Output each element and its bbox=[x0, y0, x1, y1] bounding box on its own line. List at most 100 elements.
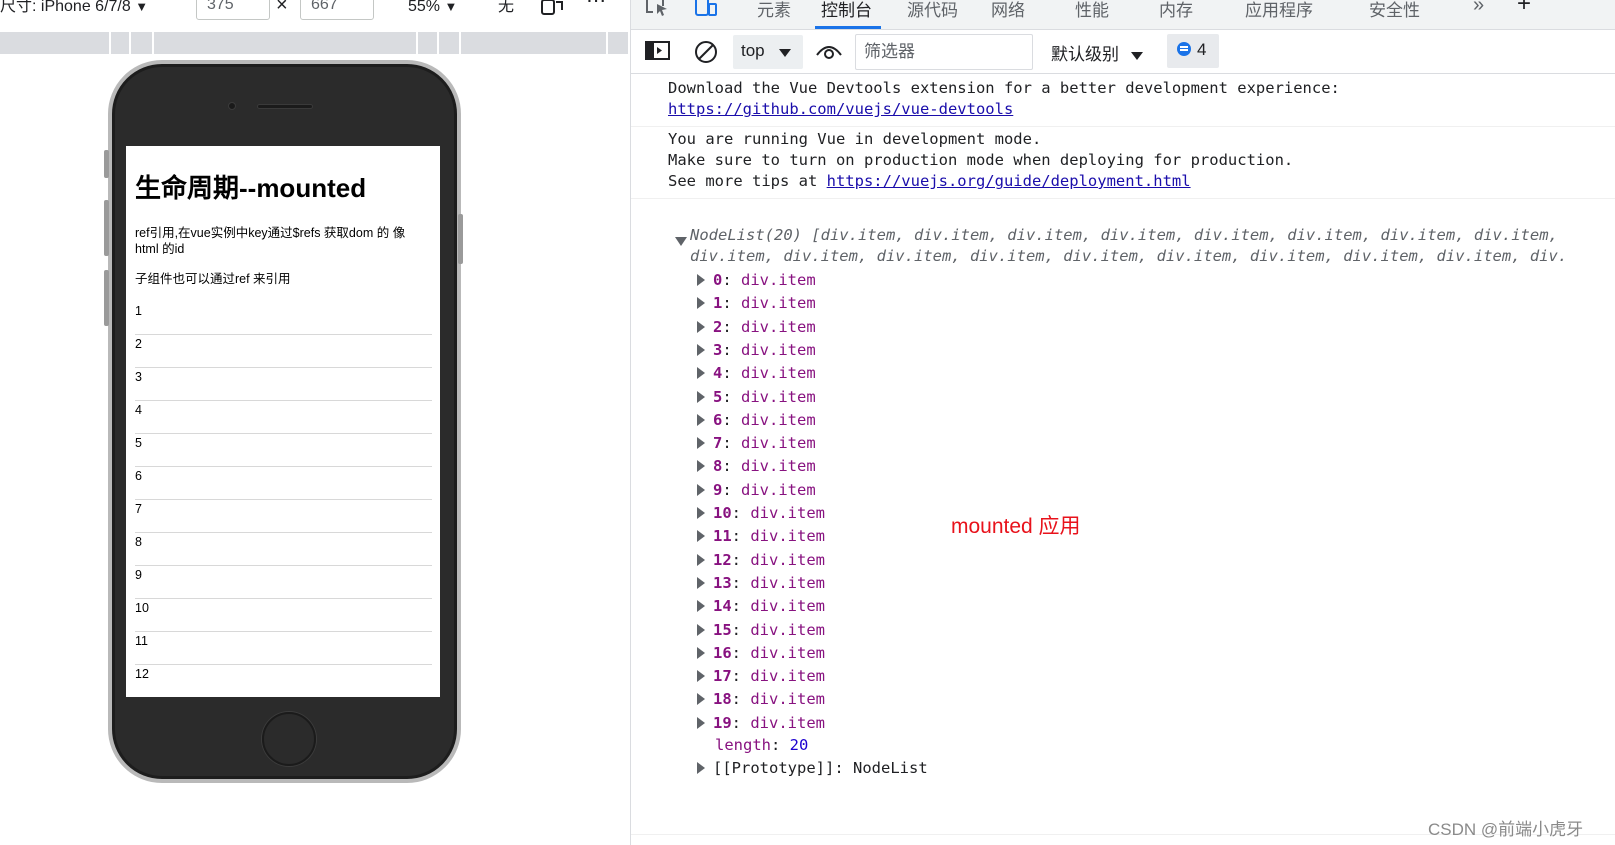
media-query-ruler bbox=[0, 32, 628, 54]
zoom-select[interactable]: 55% ▼ bbox=[408, 0, 457, 20]
nodelist-entry[interactable]: 17: div.item bbox=[697, 667, 825, 685]
list-item: 9 bbox=[135, 567, 432, 599]
entry-value: div.item bbox=[741, 480, 816, 499]
live-expression-eye-icon[interactable] bbox=[815, 43, 843, 66]
deployment-guide-link[interactable]: https://vuejs.org/guide/deployment.html bbox=[827, 172, 1191, 190]
width-input[interactable]: 375 bbox=[196, 0, 270, 20]
filter-input[interactable] bbox=[855, 34, 1033, 70]
expand-triangle-icon[interactable] bbox=[697, 320, 705, 333]
inspect-element-icon[interactable] bbox=[645, 0, 671, 23]
devtools-panel: 元素 控制台 源代码 网络 性能 内存 应用程序 安全性 » + top 筛选器… bbox=[630, 0, 1615, 845]
entry-index: 10 bbox=[713, 504, 732, 522]
tab-performance[interactable]: 性能 bbox=[1075, 0, 1109, 21]
expand-triangle-icon[interactable] bbox=[697, 390, 705, 403]
power-button bbox=[458, 214, 463, 264]
clear-console-icon[interactable] bbox=[693, 39, 719, 70]
entry-index: 14 bbox=[713, 597, 732, 616]
nodelist-entry[interactable]: 6: div.item bbox=[697, 411, 816, 429]
tab-sources[interactable]: 源代码 bbox=[907, 0, 958, 21]
expand-triangle-icon[interactable] bbox=[697, 437, 705, 450]
expand-triangle-icon[interactable] bbox=[697, 600, 705, 613]
nodelist-entry[interactable]: 19: div.item bbox=[697, 714, 825, 732]
expand-triangle-icon[interactable] bbox=[697, 343, 705, 356]
entry-index: 1 bbox=[713, 294, 723, 313]
entry-value: div.item bbox=[750, 504, 825, 522]
expand-triangle-icon[interactable] bbox=[697, 716, 705, 729]
add-tab-icon[interactable]: + bbox=[1517, 0, 1531, 18]
expand-triangle-icon[interactable] bbox=[697, 646, 705, 659]
more-options-icon[interactable]: ⋯ bbox=[586, 0, 608, 14]
throttle-select[interactable]: 无 bbox=[498, 0, 514, 20]
height-input[interactable]: 667 bbox=[300, 0, 374, 20]
collapse-triangle-icon[interactable] bbox=[675, 237, 687, 246]
expand-triangle-icon[interactable] bbox=[697, 413, 705, 426]
expand-triangle-icon[interactable] bbox=[697, 530, 705, 543]
entry-index: 12 bbox=[713, 550, 732, 569]
phone-screen: 生命周期--mounted ref引用,在vue实例中key通过$refs 获取… bbox=[126, 146, 440, 697]
nodelist-entry[interactable]: 8: div.item bbox=[697, 457, 816, 475]
tab-application[interactable]: 应用程序 bbox=[1245, 0, 1313, 21]
issues-counter[interactable]: 4 bbox=[1167, 34, 1219, 68]
nodelist-entry[interactable]: 12: div.item bbox=[697, 551, 825, 569]
message-text: Make sure to turn on production mode whe… bbox=[668, 151, 1294, 169]
nodelist-entry[interactable]: 16: div.item bbox=[697, 644, 825, 662]
context-select[interactable]: top bbox=[733, 35, 803, 69]
nodelist-entry[interactable]: 13: div.item bbox=[697, 574, 825, 592]
tab-elements[interactable]: 元素 bbox=[757, 0, 791, 21]
tab-memory[interactable]: 内存 bbox=[1159, 0, 1193, 21]
expand-triangle-icon[interactable] bbox=[697, 670, 705, 683]
expand-triangle-icon[interactable] bbox=[697, 507, 705, 519]
nodelist-entry[interactable]: 18: div.item bbox=[697, 690, 825, 708]
entry-value: div.item bbox=[741, 271, 816, 289]
entry-value: div.item bbox=[741, 457, 816, 476]
tab-security[interactable]: 安全性 bbox=[1369, 0, 1420, 21]
expand-triangle-icon[interactable] bbox=[697, 460, 705, 473]
item-list: 12345678910111213 bbox=[135, 303, 432, 697]
expand-triangle-icon[interactable] bbox=[697, 367, 705, 380]
tab-console[interactable]: 控制台 bbox=[821, 0, 872, 21]
expand-triangle-icon[interactable] bbox=[697, 762, 705, 774]
device-select[interactable]: 尺寸: iPhone 6/7/8 ▼ bbox=[0, 0, 148, 20]
expand-triangle-icon[interactable] bbox=[697, 483, 705, 496]
device-label: 尺寸: iPhone 6/7/8 bbox=[0, 0, 131, 15]
nodelist-entry[interactable]: 10: div.item bbox=[697, 504, 825, 522]
entry-index: 6 bbox=[713, 410, 723, 429]
more-tabs-icon[interactable]: » bbox=[1473, 0, 1484, 17]
expand-triangle-icon[interactable] bbox=[697, 553, 705, 566]
nodelist-preview[interactable]: NodeList(20) [div.item, div.item, div.it… bbox=[690, 226, 1558, 244]
expand-triangle-icon[interactable] bbox=[697, 623, 705, 636]
child-ref-description: 子组件也可以通过ref 来引用 bbox=[135, 272, 291, 286]
nodelist-preview-continued[interactable]: div.item, div.item, div.item, div.item, … bbox=[690, 247, 1567, 265]
expand-triangle-icon[interactable] bbox=[697, 693, 705, 706]
tab-network[interactable]: 网络 bbox=[991, 0, 1025, 21]
nodelist-entry[interactable]: 11: div.item bbox=[697, 527, 825, 545]
list-item: 6 bbox=[135, 468, 432, 500]
sidebar-toggle-icon[interactable] bbox=[645, 41, 671, 66]
prototype-property[interactable]: [[Prototype]]: NodeList bbox=[697, 759, 928, 777]
nodelist-entry[interactable]: 2: div.item bbox=[697, 318, 816, 336]
nodelist-entry[interactable]: 3: div.item bbox=[697, 341, 816, 359]
nodelist-entry[interactable]: 1: div.item bbox=[697, 294, 816, 312]
expand-triangle-icon[interactable] bbox=[697, 274, 705, 286]
expand-triangle-icon[interactable] bbox=[697, 297, 705, 310]
ruler-divider bbox=[129, 32, 131, 54]
entry-index: 0 bbox=[713, 271, 723, 289]
ruler-divider bbox=[459, 32, 461, 54]
nodelist-entry[interactable]: 7: div.item bbox=[697, 434, 816, 452]
rotate-icon[interactable] bbox=[540, 0, 564, 20]
nodelist-entry[interactable]: 15: div.item bbox=[697, 621, 825, 639]
nodelist-entry[interactable]: 4: div.item bbox=[697, 364, 816, 382]
nodelist-entry[interactable]: 14: div.item bbox=[697, 597, 825, 615]
nodelist-entry[interactable]: 5: div.item bbox=[697, 388, 816, 406]
speaker-grille bbox=[257, 104, 313, 109]
times-sign: × bbox=[276, 0, 288, 16]
entry-index: 8 bbox=[713, 457, 723, 476]
device-toggle-icon[interactable] bbox=[693, 0, 719, 23]
console-message: Download the Vue Devtools extension for … bbox=[631, 75, 1615, 127]
entry-index: 2 bbox=[713, 317, 723, 336]
nodelist-entry[interactable]: 0: div.item bbox=[697, 271, 816, 289]
nodelist-entry[interactable]: 9: div.item bbox=[697, 481, 816, 499]
log-level-select[interactable]: 默认级别 bbox=[1051, 40, 1143, 65]
devtools-link[interactable]: https://github.com/vuejs/vue-devtools bbox=[668, 100, 1013, 118]
expand-triangle-icon[interactable] bbox=[697, 576, 705, 589]
